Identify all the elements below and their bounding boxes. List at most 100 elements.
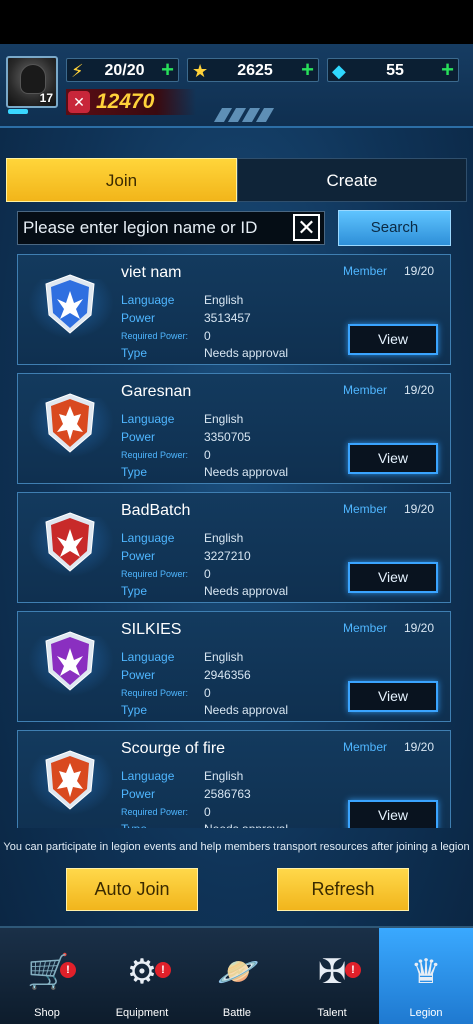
- type-label: Type: [121, 703, 148, 717]
- legion-card: viet nam Member 19/20 Language English P…: [17, 254, 451, 365]
- power-label: Power: [121, 787, 156, 801]
- type-value: Needs approval: [204, 822, 288, 828]
- legion-card: Garesnan Member 19/20 Language English P…: [17, 373, 451, 484]
- notification-badge: !: [60, 962, 76, 978]
- required-power-label: Required Power:: [121, 569, 189, 579]
- member-label: Member: [343, 264, 388, 278]
- stars-value: 2625: [237, 62, 273, 79]
- member-label: Member: [343, 621, 388, 635]
- power-label: Power: [121, 311, 156, 325]
- required-power-value: 0: [204, 329, 211, 343]
- view-legion-button[interactable]: View: [348, 443, 438, 474]
- language-value: English: [204, 293, 244, 307]
- combat-power: ✕ 12470: [66, 89, 196, 115]
- required-power-label: Required Power:: [121, 807, 189, 817]
- legion-card: Scourge of fire Member 19/20 Language En…: [17, 730, 451, 828]
- legion-name: BadBatch: [121, 502, 191, 519]
- power-value: 2946356: [204, 668, 251, 682]
- nav-equipment[interactable]: ⚙ ! Equipment: [95, 928, 189, 1024]
- member-count: 19/20: [404, 502, 435, 516]
- energy-resource: ⚡ 20/20 +: [66, 58, 179, 82]
- view-legion-button[interactable]: View: [348, 681, 438, 712]
- exp-bar: [8, 109, 28, 114]
- legion-emblem-icon: [45, 750, 95, 810]
- clear-search-button[interactable]: ✕: [293, 214, 320, 241]
- type-label: Type: [121, 465, 148, 479]
- status-bar: [0, 0, 473, 44]
- notification-badge: !: [345, 962, 361, 978]
- nav-legion[interactable]: ♛ Legion: [379, 928, 473, 1024]
- combat-power-value: 12470: [96, 90, 155, 113]
- legion-emblem-icon: [45, 631, 95, 691]
- type-value: Needs approval: [204, 584, 289, 598]
- nav-label: Battle: [222, 1007, 252, 1019]
- header-decoration: [213, 108, 278, 122]
- member-count: 19/20: [404, 383, 435, 397]
- power-label: Power: [121, 549, 156, 563]
- legion-info-text: You can participate in legion events and…: [3, 841, 470, 853]
- pilot-helmet-icon: [20, 64, 46, 94]
- power-value: 3227210: [204, 549, 251, 563]
- nav-label: Legion: [409, 1007, 443, 1019]
- view-legion-button[interactable]: View: [348, 562, 438, 593]
- required-power-value: 0: [204, 567, 211, 581]
- legion-name: Garesnan: [121, 383, 192, 400]
- add-stars-button[interactable]: +: [301, 59, 314, 81]
- type-value: Needs approval: [204, 465, 289, 479]
- member-label: Member: [343, 740, 388, 754]
- diamond-icon: ◆: [332, 61, 346, 81]
- auto-join-button[interactable]: Auto Join: [66, 868, 198, 911]
- nav-talent[interactable]: ✠ ! Talent: [285, 928, 379, 1024]
- notification-badge: !: [155, 962, 171, 978]
- search-button[interactable]: Search: [338, 210, 451, 246]
- stars-resource: ★ 2625 +: [187, 58, 319, 82]
- add-gems-button[interactable]: +: [441, 59, 454, 81]
- power-label: Power: [121, 430, 156, 444]
- player-avatar[interactable]: 17: [6, 56, 58, 108]
- language-label: Language: [121, 412, 175, 426]
- language-value: English: [204, 769, 244, 783]
- gems-resource: ◆ 55 +: [327, 58, 459, 82]
- power-value: 2586763: [204, 787, 251, 801]
- language-value: English: [204, 412, 244, 426]
- required-power-label: Required Power:: [121, 688, 189, 698]
- type-value: Needs approval: [204, 703, 289, 717]
- refresh-button[interactable]: Refresh: [277, 868, 409, 911]
- legion-list[interactable]: viet nam Member 19/20 Language English P…: [17, 254, 451, 828]
- tab-join[interactable]: Join: [6, 158, 237, 202]
- power-value: 3513457: [204, 311, 251, 325]
- legion-search-input[interactable]: Please enter legion name or ID: [17, 211, 325, 245]
- nav-label: Shop: [34, 1007, 60, 1019]
- tab-create[interactable]: Create: [237, 158, 467, 202]
- type-label: Type: [121, 584, 148, 598]
- legion-name: Scourge of fire: [121, 740, 226, 757]
- required-power-value: 0: [204, 448, 211, 462]
- language-label: Language: [121, 531, 175, 545]
- language-label: Language: [121, 769, 175, 783]
- view-legion-button[interactable]: View: [348, 324, 438, 355]
- legion-card: SILKIES Member 19/20 Language English Po…: [17, 611, 451, 722]
- view-legion-button[interactable]: View: [348, 800, 438, 828]
- member-count: 19/20: [404, 621, 435, 635]
- required-power-value: 0: [204, 686, 211, 700]
- language-value: English: [204, 531, 244, 545]
- star-icon: ★: [192, 61, 209, 81]
- language-label: Language: [121, 650, 175, 664]
- crossed-swords-icon: ✕: [68, 91, 90, 113]
- legion-tabs: Join Create: [6, 158, 467, 202]
- member-label: Member: [343, 502, 388, 516]
- legion-crest-icon: ♛: [410, 953, 442, 991]
- nav-battle[interactable]: 🪐 Battle: [190, 928, 284, 1024]
- gems-value: 55: [386, 62, 404, 79]
- required-power-label: Required Power:: [121, 331, 189, 341]
- add-energy-button[interactable]: +: [161, 59, 174, 81]
- legion-emblem-icon: [45, 512, 95, 572]
- member-count: 19/20: [404, 740, 435, 754]
- energy-value: 20/20: [104, 62, 145, 79]
- planet-icon: 🪐: [217, 953, 260, 991]
- required-power-label: Required Power:: [121, 450, 189, 460]
- nav-shop[interactable]: 🛒 ! Shop: [0, 928, 94, 1024]
- nav-label: Talent: [317, 1007, 347, 1019]
- nav-label: Equipment: [115, 1007, 169, 1019]
- member-count: 19/20: [404, 264, 435, 278]
